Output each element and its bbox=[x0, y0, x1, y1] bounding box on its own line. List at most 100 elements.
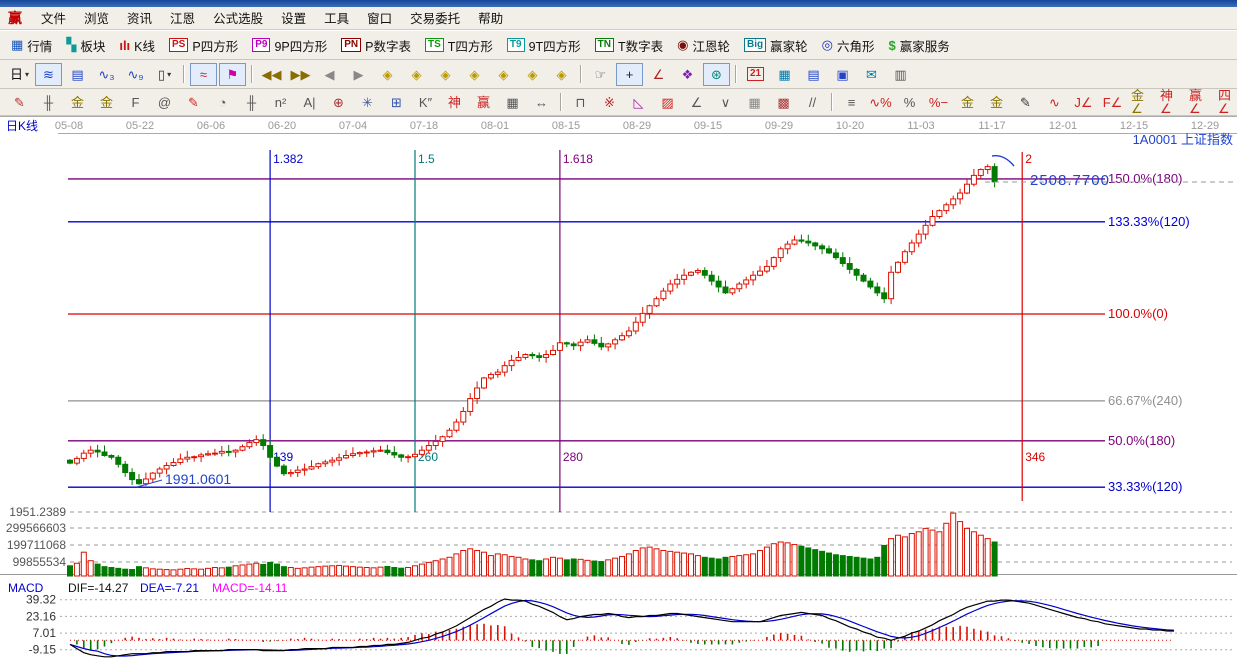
pattern-zigzag-button[interactable]: ≋ bbox=[35, 63, 62, 86]
gann-wheel-button[interactable]: ◉江恩轮 bbox=[670, 34, 737, 57]
t-square-button[interactable]: TST四方形 bbox=[418, 34, 500, 57]
percent-wave-tool[interactable]: ∿% bbox=[867, 91, 894, 114]
diamond-right-button[interactable]: ◈ bbox=[403, 63, 430, 86]
frame-tool[interactable]: ⊓ bbox=[567, 91, 594, 114]
pattern-finder-button[interactable]: ⊛ bbox=[703, 63, 730, 86]
win-number-tool[interactable]: 赢 bbox=[470, 91, 497, 114]
gold-line-tool[interactable]: 金 bbox=[983, 91, 1010, 114]
p-number-table-button[interactable]: PNP数字表 bbox=[334, 34, 418, 57]
menu-item-7[interactable]: 工具 bbox=[315, 10, 358, 28]
wave-analysis-button[interactable]: ≈ bbox=[190, 63, 217, 86]
grid-wheel-tool[interactable]: ⊞ bbox=[383, 91, 410, 114]
report-button[interactable]: ▤ bbox=[800, 63, 827, 86]
kline-button[interactable]: ılıK线 bbox=[112, 34, 162, 57]
diamond-shift-right-button[interactable]: ◈ bbox=[461, 63, 488, 86]
p-square-button[interactable]: PSP四方形 bbox=[162, 34, 245, 57]
tick-ruler-tool[interactable]: ╫ bbox=[238, 91, 265, 114]
wave-line-tool[interactable]: ∿ bbox=[1041, 91, 1068, 114]
f-slant-tool[interactable]: F∠ bbox=[1099, 91, 1126, 114]
menu-item-8[interactable]: 窗口 bbox=[358, 10, 401, 28]
grid-a-tool[interactable]: ▦ bbox=[741, 91, 768, 114]
f-ruler-tool[interactable]: F bbox=[122, 91, 149, 114]
grid-b-tool[interactable]: ▩ bbox=[770, 91, 797, 114]
send-web-button[interactable]: ✉ bbox=[858, 63, 885, 86]
candle-style-button[interactable]: ▯▾ bbox=[151, 63, 178, 86]
diamond-full-button[interactable]: ◈ bbox=[548, 63, 575, 86]
clock-ruler-tool[interactable]: ◔ bbox=[209, 91, 236, 114]
wave9-button[interactable]: ∿₉ bbox=[122, 63, 149, 86]
star-wheel-tool[interactable]: ✳ bbox=[354, 91, 381, 114]
four-slant-tool[interactable]: 四∠ bbox=[1215, 91, 1237, 114]
scale-list-tool[interactable]: ≡ bbox=[838, 91, 865, 114]
last-page-button[interactable]: ▶▶ bbox=[287, 63, 314, 86]
save-button[interactable]: ▣ bbox=[829, 63, 856, 86]
gold-square2-tool[interactable]: 金 bbox=[93, 91, 120, 114]
calculator-button[interactable]: ▦ bbox=[771, 63, 798, 86]
menu-item-5[interactable]: 公式选股 bbox=[204, 10, 272, 28]
a-line-tool[interactable]: A| bbox=[296, 91, 323, 114]
width-measure-tool[interactable]: ↔ bbox=[528, 91, 555, 114]
kline-chart-canvas[interactable]: 日K线05-0805-2206-0606-2007-0407-1808-0108… bbox=[0, 116, 1237, 665]
slant-lines-tool[interactable]: // bbox=[799, 91, 826, 114]
red-brush-tool[interactable]: ✎ bbox=[180, 91, 207, 114]
crosshair-button[interactable]: + bbox=[616, 63, 643, 86]
diamond-left-button[interactable]: ◈ bbox=[374, 63, 401, 86]
percent-tool[interactable]: % bbox=[896, 91, 923, 114]
brush-line-tool[interactable]: ✎ bbox=[1012, 91, 1039, 114]
menu-item-6[interactable]: 设置 bbox=[272, 10, 315, 28]
t-number-table-button[interactable]: TNT数字表 bbox=[588, 34, 670, 57]
hexagon-button[interactable]: ◎六角形 bbox=[815, 34, 882, 57]
menu-item-1[interactable]: 文件 bbox=[32, 10, 75, 28]
market-quotes-button[interactable]: ▦行情 bbox=[4, 34, 59, 57]
macd-axis-label: 23.16 bbox=[26, 609, 56, 623]
winner-wheel-button[interactable]: Big赢家轮 bbox=[737, 34, 815, 57]
hand-tool-button[interactable]: ☞ bbox=[587, 63, 614, 86]
period-day-button[interactable]: 日▾ bbox=[6, 63, 33, 86]
info-note-button[interactable]: ▤ bbox=[64, 63, 91, 86]
spiral-tool[interactable]: @ bbox=[151, 91, 178, 114]
god-slant-tool[interactable]: 神∠ bbox=[1157, 91, 1184, 114]
gold-slant-tool[interactable]: 金∠ bbox=[1128, 91, 1155, 114]
menu-item-2[interactable]: 浏览 bbox=[75, 10, 118, 28]
percent-line-tool[interactable]: %− bbox=[925, 91, 952, 114]
angle-ray-tool[interactable]: ∠ bbox=[683, 91, 710, 114]
9t-square-button[interactable]: T99T四方形 bbox=[500, 34, 588, 57]
chart-area[interactable]: 日K线05-0805-2206-0606-2007-0407-1808-0108… bbox=[0, 116, 1237, 665]
winner-service-button[interactable]: $赢家服务 bbox=[882, 34, 957, 57]
menu-item-10[interactable]: 帮助 bbox=[469, 10, 512, 28]
j-slant-tool[interactable]: J∠ bbox=[1070, 91, 1097, 114]
god-number-tool[interactable]: 神 bbox=[441, 91, 468, 114]
grid-123-tool[interactable]: ▦ bbox=[499, 91, 526, 114]
next-bar-button[interactable]: ▶ bbox=[345, 63, 372, 86]
circle-cross-tool[interactable]: ⊕ bbox=[325, 91, 352, 114]
diamond-shift-left-button[interactable]: ◈ bbox=[432, 63, 459, 86]
menu-item-9[interactable]: 交易委托 bbox=[401, 10, 469, 28]
wedge-tool[interactable]: ◺ bbox=[625, 91, 652, 114]
gann-tools-button[interactable]: ❖ bbox=[674, 63, 701, 86]
n-square-tool[interactable]: n² bbox=[267, 91, 294, 114]
print-button[interactable]: ▥ bbox=[887, 63, 914, 86]
angle-tool-button[interactable]: ∠ bbox=[645, 63, 672, 86]
diamond-expand-button-icon: ◈ bbox=[528, 68, 538, 81]
menu-item-4[interactable]: 江恩 bbox=[161, 10, 204, 28]
zigzag-line-tool[interactable]: ∨ bbox=[712, 91, 739, 114]
prev-bar-button[interactable]: ◀ bbox=[316, 63, 343, 86]
grid-a-tool-icon: ▦ bbox=[748, 96, 760, 109]
time-divider-tool[interactable]: ╫ bbox=[35, 91, 62, 114]
calendar-button[interactable]: 21 bbox=[742, 63, 769, 86]
gold-square-tool[interactable]: 金 bbox=[64, 91, 91, 114]
ray-fan-tool[interactable]: ※ bbox=[596, 91, 623, 114]
diamond-expand-button[interactable]: ◈ bbox=[519, 63, 546, 86]
menu-item-3[interactable]: 资讯 bbox=[118, 10, 161, 28]
k-quote-tool[interactable]: K″ bbox=[412, 91, 439, 114]
brush-tool[interactable]: ✎ bbox=[6, 91, 33, 114]
diamond-compress-button[interactable]: ◈ bbox=[490, 63, 517, 86]
9p-square-button[interactable]: P99P四方形 bbox=[245, 34, 334, 57]
timeshare-button[interactable]: ⚑ bbox=[219, 63, 246, 86]
sectors-button[interactable]: ▚板块 bbox=[59, 34, 112, 57]
shaded-grid-tool[interactable]: ▨ bbox=[654, 91, 681, 114]
win-slant-tool[interactable]: 赢∠ bbox=[1186, 91, 1213, 114]
wave3-button[interactable]: ∿₃ bbox=[93, 63, 120, 86]
first-page-button[interactable]: ◀◀ bbox=[258, 63, 285, 86]
gold-circle-tool[interactable]: 金 bbox=[954, 91, 981, 114]
